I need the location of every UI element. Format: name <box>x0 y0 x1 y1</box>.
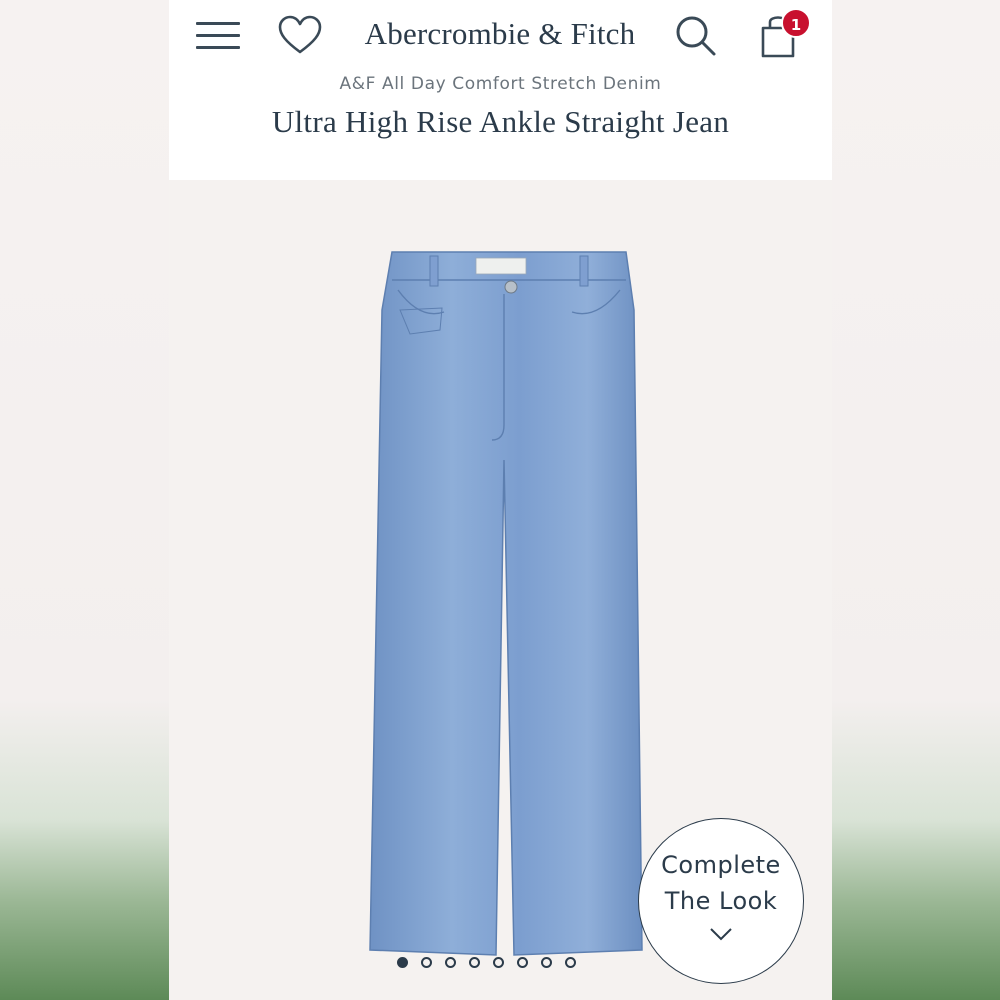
menu-icon-bar <box>196 34 240 37</box>
cart-button[interactable]: 1 <box>759 8 819 64</box>
product-image-carousel[interactable]: Complete The Look <box>169 180 832 1000</box>
product-image <box>369 251 643 956</box>
carousel-dot[interactable] <box>445 957 456 968</box>
cart-count-badge: 1 <box>781 8 811 38</box>
product-collection: A&F All Day Comfort Stretch Denim <box>339 74 662 94</box>
header: Abercrombie & Fitch 1 A&F All Day Comfor… <box>169 0 832 180</box>
complete-look-label: Complete <box>661 851 781 879</box>
product-page: Abercrombie & Fitch 1 A&F All Day Comfor… <box>169 0 832 1000</box>
carousel-dot[interactable] <box>517 957 528 968</box>
carousel-dot[interactable] <box>397 957 408 968</box>
complete-the-look-button[interactable]: Complete The Look <box>638 818 804 984</box>
wishlist-button[interactable] <box>277 14 323 58</box>
menu-icon-bar <box>196 46 240 49</box>
chevron-down-icon <box>710 928 732 941</box>
background-right <box>832 0 1000 1000</box>
background-left <box>0 0 169 1000</box>
carousel-dot[interactable] <box>541 957 552 968</box>
brand-logo[interactable]: Abercrombie & Fitch <box>355 12 645 56</box>
menu-icon-bar <box>196 22 240 25</box>
menu-button[interactable] <box>196 18 242 54</box>
complete-look-label: The Look <box>664 887 778 915</box>
heart-icon <box>278 15 322 54</box>
carousel-dot[interactable] <box>565 957 576 968</box>
search-button[interactable] <box>674 14 718 58</box>
carousel-dot[interactable] <box>469 957 480 968</box>
search-icon <box>676 16 716 56</box>
product-title: Ultra High Rise Ankle Straight Jean <box>271 104 730 139</box>
carousel-indicators <box>397 957 576 973</box>
carousel-dot[interactable] <box>493 957 504 968</box>
carousel-dot[interactable] <box>421 957 432 968</box>
